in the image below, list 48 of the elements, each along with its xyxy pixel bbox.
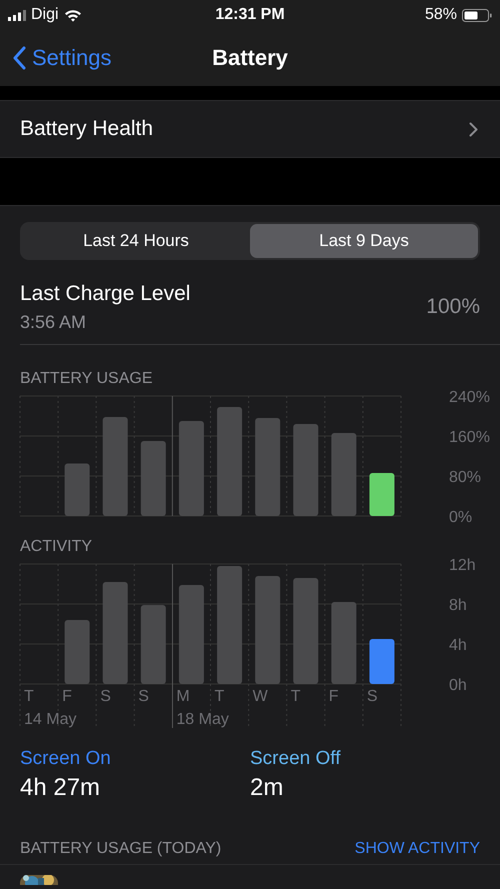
last-charge-value: 100%	[426, 295, 480, 319]
day-label: S	[138, 688, 149, 705]
axis-label: 0h	[449, 677, 467, 694]
day-label: S	[100, 688, 111, 705]
section-heading: BATTERY USAGE (TODAY)	[20, 840, 222, 858]
axis-label: 0%	[449, 509, 472, 526]
bar	[64, 464, 90, 516]
wifi-icon	[64, 8, 82, 22]
back-button[interactable]: Settings	[0, 45, 112, 71]
status-time: 12:31 PM	[215, 6, 285, 24]
battery-icon	[462, 8, 492, 22]
show-activity-link[interactable]: SHOW ACTIVITY	[354, 840, 480, 858]
carrier-name: Digi	[31, 6, 59, 24]
day-label: M	[176, 688, 190, 705]
axis-label: 160%	[449, 429, 490, 446]
segment-tab[interactable]: Last 24 Hours	[22, 224, 250, 258]
stat-label: Screen On	[20, 748, 112, 770]
day-label: T	[290, 688, 300, 705]
day-label: T	[214, 688, 224, 705]
day-label: F	[62, 688, 72, 705]
day-label: W	[252, 688, 268, 705]
battery-percentage: 58%	[424, 6, 457, 24]
axis-label: 80%	[449, 469, 482, 486]
axis-label: 240%	[449, 389, 490, 406]
screen-title: Battery	[212, 45, 288, 71]
axis-label: 12h	[449, 557, 476, 574]
stat-value: 2m	[250, 774, 284, 802]
axis-label: 4h	[449, 637, 467, 654]
chevron-left-icon	[12, 46, 26, 70]
last-charge-time: 3:56 AM	[20, 312, 88, 332]
date-label: 18 May	[176, 711, 229, 728]
axis-label: 8h	[449, 597, 467, 614]
stat-label: Screen Off	[250, 748, 342, 770]
battery-health-row[interactable]: Battery Health	[0, 100, 500, 158]
signal-icon	[8, 10, 26, 20]
chart-heading: BATTERY USAGE	[19, 370, 154, 388]
bar	[369, 639, 394, 684]
last-charge-title: Last Charge Level	[20, 282, 190, 306]
day-label: T	[24, 688, 34, 705]
stat-value: 4h 27m	[20, 774, 102, 802]
chart-heading: ACTIVITY	[19, 538, 94, 556]
bar	[64, 620, 90, 684]
day-label: S	[366, 688, 378, 705]
day-label: F	[328, 688, 339, 705]
date-label: 14 May	[24, 711, 76, 728]
bar	[369, 473, 394, 516]
chevron-right-icon	[469, 122, 478, 136]
segment-tab[interactable]: Last 9 Days	[250, 224, 478, 258]
